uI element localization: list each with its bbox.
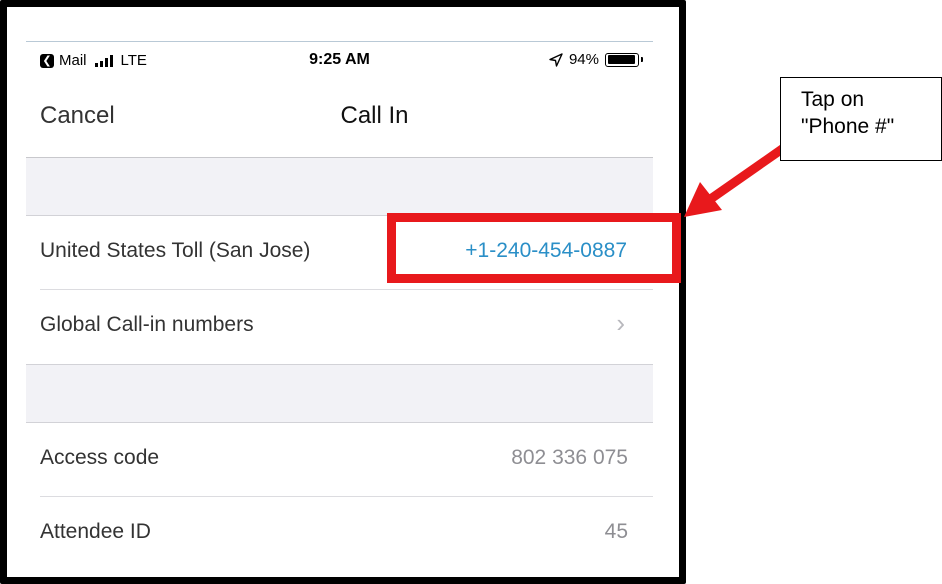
instruction-callout: Tap on "Phone #" [780,77,942,161]
callout-text: Tap on "Phone #" [801,88,895,138]
